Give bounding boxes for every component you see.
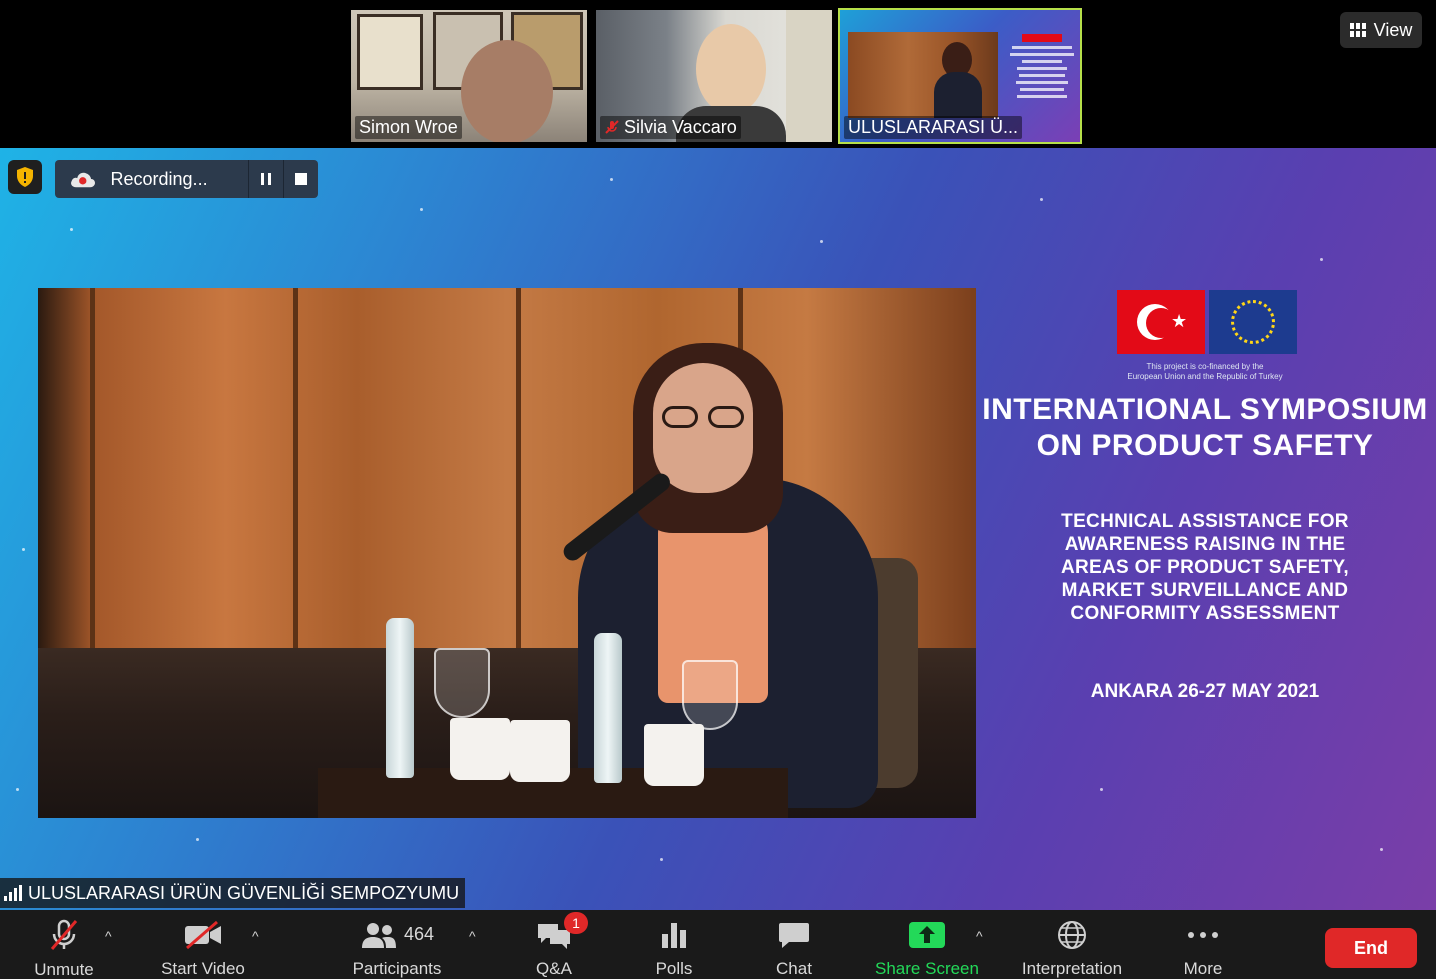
cloud-recording-icon: [71, 172, 96, 188]
participant-name-text: Silvia Vaccaro: [624, 117, 737, 137]
security-shield-icon[interactable]: [8, 160, 42, 194]
coffee-cup: [510, 720, 570, 782]
symposium-slide: ★ This project is co-financed by the Eur…: [980, 288, 1430, 708]
chat-label: Chat: [776, 959, 812, 978]
signal-strength-icon: [4, 885, 22, 901]
unmute-label: Unmute: [34, 960, 94, 979]
share-screen-button[interactable]: Share Screen: [870, 910, 984, 979]
drinking-glass: [682, 660, 738, 730]
stop-recording-button[interactable]: [283, 160, 318, 198]
wall-picture: [357, 14, 423, 90]
drinking-glass: [434, 648, 490, 718]
cofinance-line-2: European Union and the Republic of Turke…: [1127, 372, 1283, 381]
participants-button[interactable]: 464 Participants: [344, 910, 450, 979]
shared-video-stage: Recording... ★ This project is co-financ…: [0, 148, 1436, 910]
start-video-label: Start Video: [161, 959, 245, 978]
recording-label: Recording...: [110, 168, 208, 189]
wall-panel: [786, 10, 832, 142]
coffee-cup: [450, 718, 510, 780]
share-screen-arrow-icon: [909, 921, 945, 948]
coffee-cup: [644, 724, 704, 786]
turkey-flag-icon: ★: [1117, 290, 1205, 354]
participant-thumbnail-silvia-vaccaro[interactable]: Silvia Vaccaro: [594, 8, 834, 144]
unmute-button[interactable]: Unmute: [26, 910, 102, 979]
slide-date: ANKARA 26-27 MAY 2021: [1090, 681, 1320, 702]
view-button[interactable]: View: [1340, 12, 1422, 48]
interpretation-label: Interpretation: [1021, 959, 1123, 978]
active-speaker-name-tag: ULUSLARARASI ÜRÜN GÜVENLİĞİ SEMPOZYUMU: [0, 878, 466, 908]
participant-head: [696, 24, 766, 114]
mini-speaker-video: [848, 32, 998, 118]
slide-subtitle: TECHNICAL ASSISTANCE FOR AWARENESS RAISI…: [1061, 511, 1349, 624]
chat-button[interactable]: Chat: [768, 910, 820, 979]
video-options-caret-icon[interactable]: ^: [252, 928, 259, 944]
pause-icon: [261, 173, 272, 185]
video-off-icon: [185, 920, 221, 949]
cofinance-note: This project is co-financed by the Europ…: [1090, 362, 1320, 382]
end-meeting-button[interactable]: End: [1325, 928, 1417, 968]
active-speaker-name: ULUSLARARASI ÜRÜN GÜVENLİĞİ SEMPOZYUMU: [28, 882, 460, 903]
flags: ★: [1117, 290, 1297, 356]
participant-thumbnail-active-speaker[interactable]: ULUSLARARASI Ü...: [838, 8, 1082, 144]
more-label: More: [1183, 959, 1223, 978]
participant-head: [461, 40, 553, 142]
participant-count: 464: [403, 924, 435, 944]
stop-icon: [295, 173, 308, 185]
qa-unread-badge: 1: [564, 912, 588, 934]
share-options-caret-icon[interactable]: ^: [976, 928, 983, 944]
pause-recording-button[interactable]: [248, 160, 283, 198]
share-screen-label: Share Screen: [875, 959, 979, 978]
participant-name: ULUSLARARASI Ü...: [844, 116, 1023, 139]
qa-button[interactable]: 1 Q&A: [528, 910, 588, 979]
qa-label: Q&A: [536, 959, 572, 978]
participants-label: Participants: [352, 959, 442, 978]
participants-icon: [361, 922, 396, 948]
chat-bubble-icon: [779, 922, 809, 948]
view-label: View: [1373, 19, 1413, 40]
more-button[interactable]: More: [1176, 910, 1230, 979]
mini-slide-text: [1006, 30, 1078, 110]
eu-flag-icon: [1209, 290, 1297, 354]
recording-indicator: Recording...: [55, 160, 318, 198]
speaker-video-feed: [38, 288, 976, 818]
polls-bar-icon: [662, 922, 686, 948]
polls-button[interactable]: Polls: [648, 910, 700, 979]
globe-icon: [1058, 920, 1086, 949]
slide-title: INTERNATIONAL SYMPOSIUM ON PRODUCT SAFET…: [982, 393, 1428, 462]
meeting-controls-toolbar: Unmute ^ Start Video ^ 464 Participants …: [0, 910, 1436, 979]
interpretation-button[interactable]: Interpretation: [1010, 910, 1134, 979]
water-bottle: [386, 618, 414, 778]
speaker-glasses: [658, 406, 750, 430]
mic-muted-icon: [605, 120, 619, 134]
polls-label: Polls: [655, 959, 693, 978]
mic-muted-icon: [50, 919, 78, 950]
water-bottle: [594, 633, 622, 783]
start-video-button[interactable]: Start Video: [152, 910, 254, 979]
cofinance-line-1: This project is co-financed by the: [1146, 362, 1264, 371]
video-thumbnail-strip: Simon Wroe Silvia Vaccaro ULUSLARARASI Ü…: [0, 0, 1436, 148]
more-dots-icon: [1188, 931, 1218, 938]
participant-name: Silvia Vaccaro: [600, 116, 741, 139]
gallery-grid-icon: [1349, 23, 1366, 37]
participant-name: Simon Wroe: [355, 116, 462, 139]
mini-speaker-body: [934, 72, 982, 118]
audio-options-caret-icon[interactable]: ^: [105, 928, 112, 944]
participant-thumbnail-simon-wroe[interactable]: Simon Wroe: [349, 8, 589, 144]
participants-options-caret-icon[interactable]: ^: [469, 928, 476, 944]
